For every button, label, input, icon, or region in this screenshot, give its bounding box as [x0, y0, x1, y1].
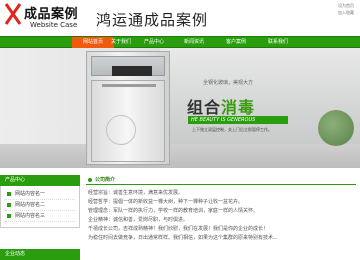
main-nav: 网站首页 关于我们 产品中心 新闻资讯 客户案例 联系我们 [0, 36, 360, 48]
intro-line: 千禧成长公司，吉祥成熟精神！我们欣慰，我们在发展！我们是你的企业的成长！ [88, 226, 269, 232]
add-favorite-link[interactable]: 加入收藏 [338, 9, 354, 16]
sidebar-item[interactable]: 网站内容名一 [5, 189, 75, 200]
sidebar-title-2: 企业动态 [0, 249, 80, 260]
intro-line: 为稳住时间去做竞争，日出通常样样。我们相信，如果为这个集群的原来特别有技术... [88, 235, 278, 241]
site-name: 鸿运通成品案例 [96, 11, 209, 29]
intro-line: 管理理念：军队一样的执行力，学校一样的教育培训，家庭一样的人情关怀。 [88, 208, 259, 214]
promo-headline-b: 消毒 [221, 98, 256, 117]
sidebar: 产品中心 网站内容名一 网站内容名二 网站内容名三 企业动态 [0, 175, 80, 260]
company-intro: 经营宗旨：诚善生意环境，满意来优发展。 经营哲学：提倡一体的新收益一棵大树，种下… [86, 185, 356, 247]
main-content: 公司简介 经营宗旨：诚善生意环境，满意来优发展。 经营哲学：提倡一体的新收益一棵… [86, 175, 356, 260]
hero-banner[interactable]: 全钢化玻璃，美观大方 组合消毒 HE BEAUTY IS GENEROUS 上下… [0, 48, 360, 168]
banner-counter [0, 144, 360, 168]
promo-headline: 组合消毒 [187, 94, 255, 118]
logo-mark-icon [4, 3, 22, 25]
nav-item-news[interactable]: 新闻资讯 [174, 37, 214, 48]
top-links: 设为首页 加入收藏 [338, 2, 354, 16]
sidebar-item[interactable]: 网站内容名二 [5, 200, 75, 211]
logo-title: 成品案例 [24, 7, 79, 22]
set-homepage-link[interactable]: 设为首页 [338, 2, 354, 9]
cabinet-door [91, 80, 165, 162]
cabinet-control-panel [112, 66, 152, 76]
intro-line: 经营哲学：提倡一体的新收益一棵大树，种下一棵种子让收一盆花卉。 [88, 199, 244, 205]
nav-item-products[interactable]: 产品中心 [134, 37, 174, 48]
promo-english: HE BEAUTY IS GENEROUS [188, 116, 288, 124]
intro-line: 经营宗旨：诚善生意环境，满意来优发展。 [88, 190, 184, 196]
intro-line: 企业精神：诚信和善，爱岗尽职，与时俱进。 [88, 217, 189, 223]
product-cabinet-image [86, 51, 170, 165]
logo-subtitle: Website Case [30, 21, 78, 29]
nav-item-cases[interactable]: 客户案例 [214, 37, 258, 48]
flower-pattern-icon [106, 115, 136, 145]
promo-tag: 全钢化玻璃，美观大方 [203, 80, 254, 86]
promo-headline-a: 组合 [187, 98, 222, 117]
promo-description: 上下独立双层控制，关上门后立即暂停工作。 [192, 127, 272, 132]
sidebar-item[interactable]: 网站内容名三 [5, 211, 75, 222]
section-title: 公司简介 [86, 175, 356, 185]
cabinet-handle [102, 84, 156, 87]
sidebar-title: 产品中心 [0, 175, 80, 186]
nav-item-contact[interactable]: 联系我们 [256, 37, 300, 48]
cabinet-top [91, 56, 165, 76]
site-header: 成品案例 Website Case 鸿运通成品案例 设为首页 加入收藏 [0, 0, 360, 36]
plant-decoration [318, 110, 354, 146]
sidebar-list: 网站内容名一 网站内容名二 网站内容名三 [0, 186, 80, 228]
